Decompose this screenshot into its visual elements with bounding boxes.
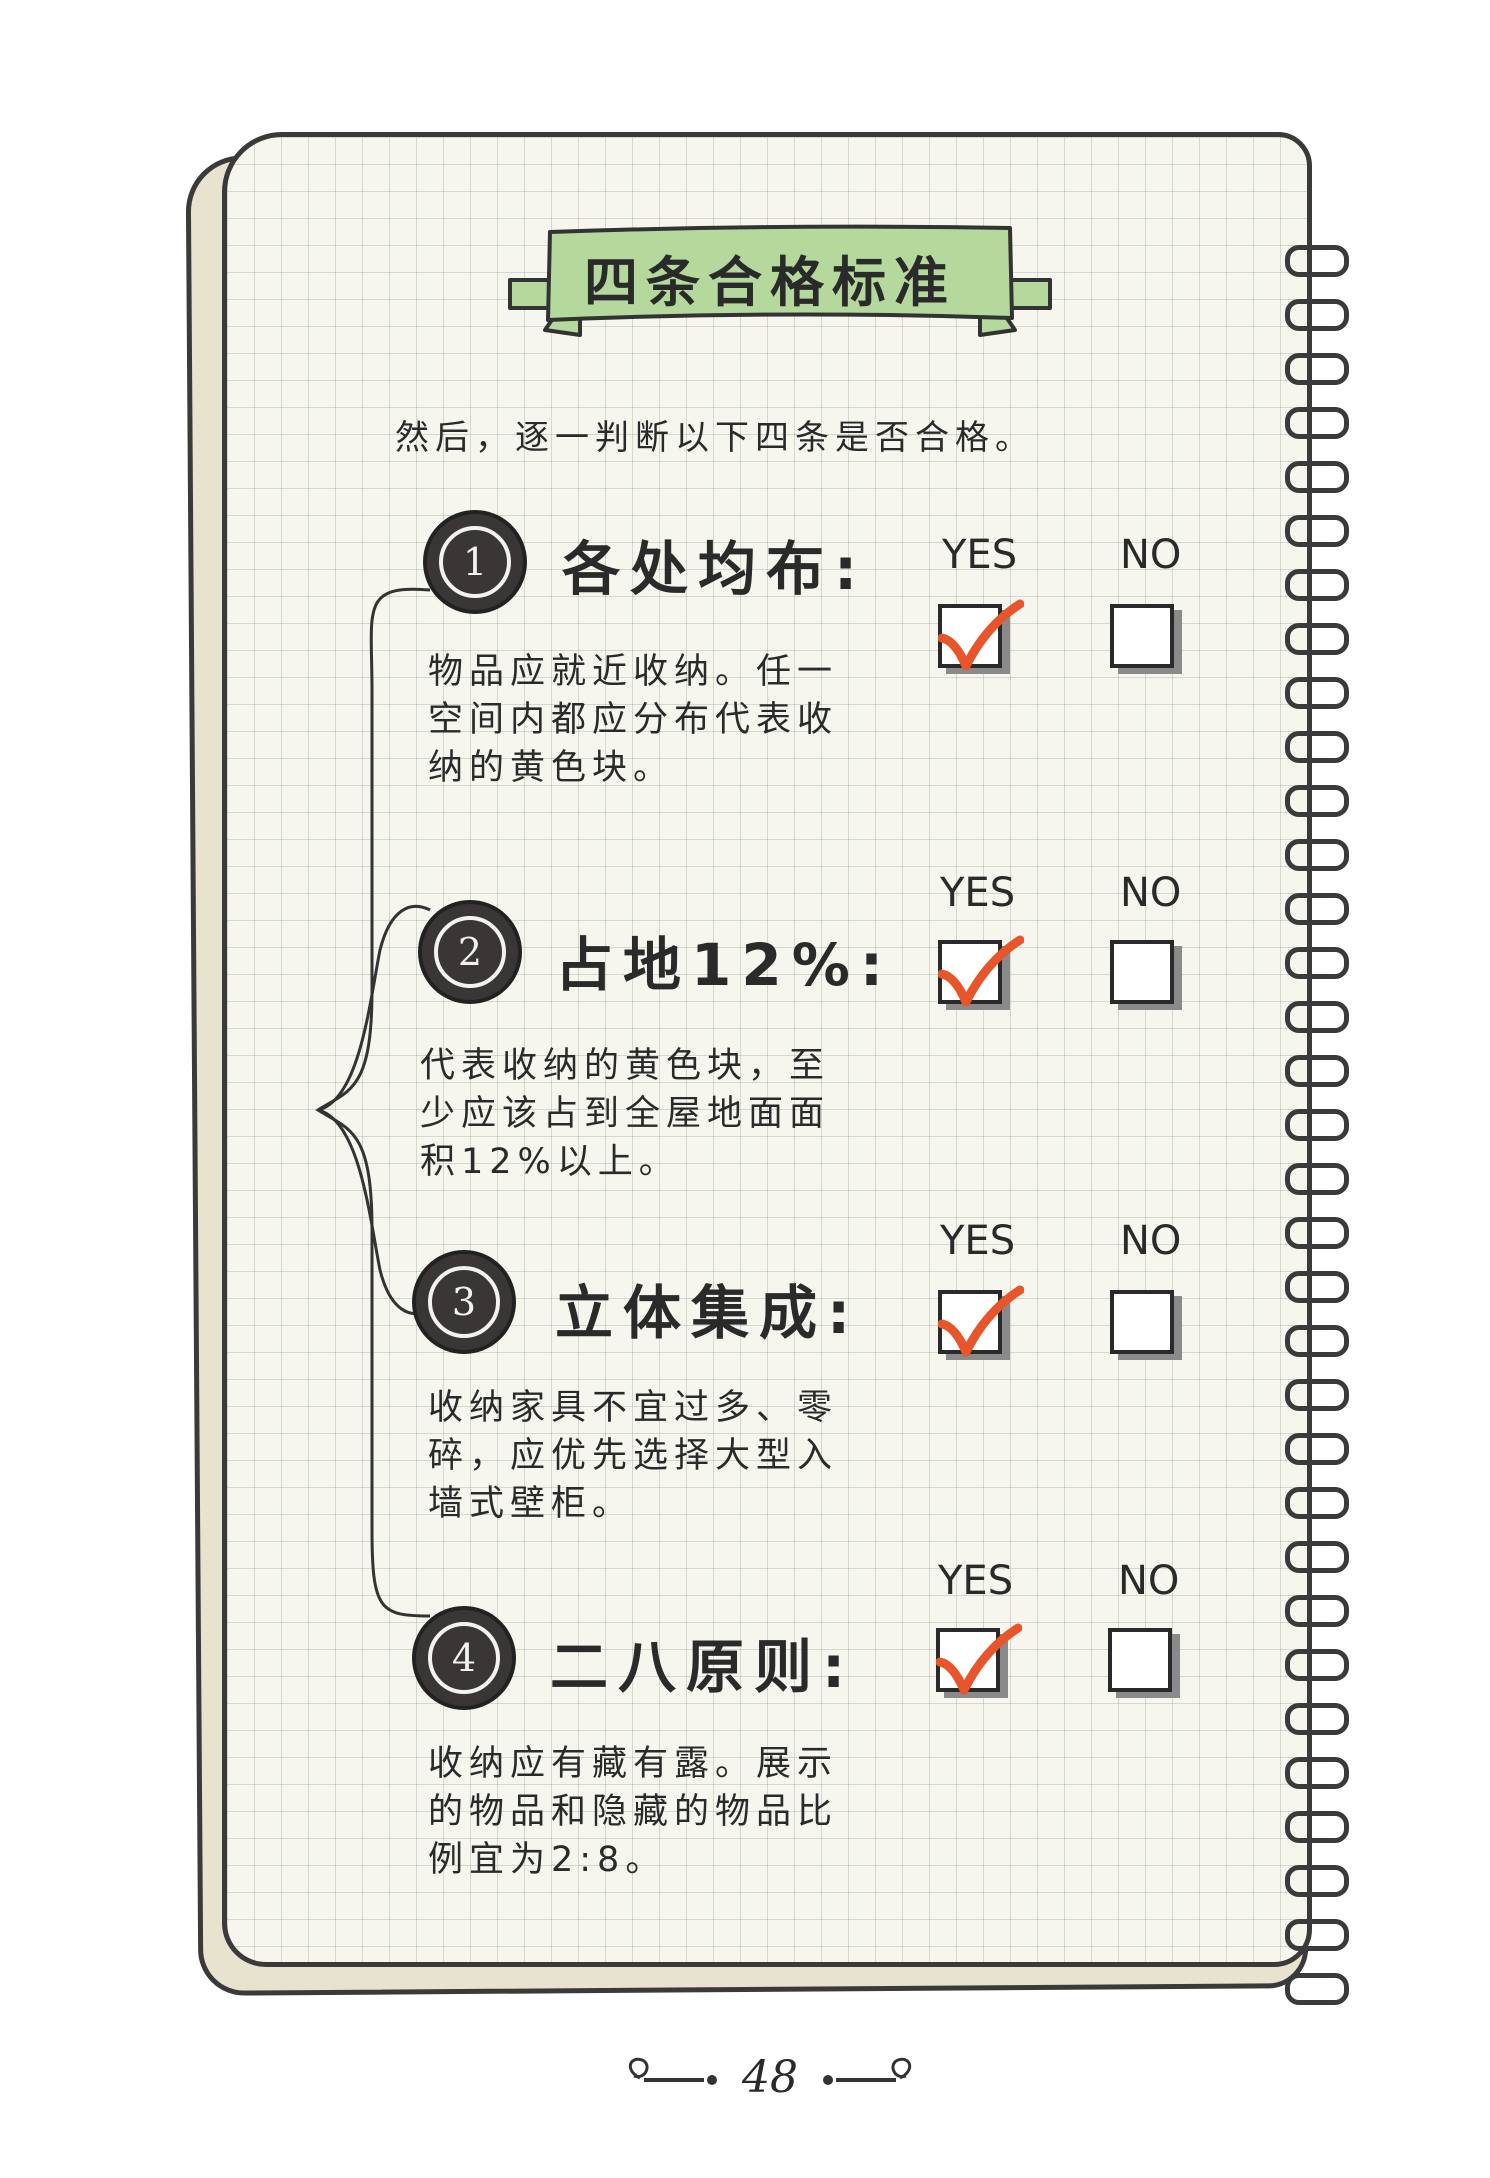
check-mark-icon: [938, 935, 1024, 1007]
badge-2-number: 2: [434, 916, 506, 988]
no-checkbox-2[interactable]: [1110, 940, 1174, 1004]
page-number: 48: [742, 2052, 798, 2103]
spiral-ring: [1285, 1001, 1349, 1033]
spiral-ring: [1285, 1055, 1349, 1087]
spiral-ring: [1285, 1433, 1349, 1465]
check-mark-icon: [936, 1623, 1022, 1695]
spiral-ring: [1285, 1379, 1349, 1411]
spiral-ring: [1285, 1595, 1349, 1627]
heading-1: 各处均布:: [562, 535, 868, 603]
spiral-ring: [1285, 1703, 1349, 1735]
spiral-ring: [1285, 677, 1349, 709]
no-checkbox-1[interactable]: [1110, 604, 1174, 668]
badge-3: 3: [412, 1250, 516, 1354]
spiral-ring: [1285, 1325, 1349, 1357]
spiral-ring: [1285, 1811, 1349, 1843]
heading-3: 立体集成:: [555, 1279, 861, 1347]
badge-3-number: 3: [428, 1266, 500, 1338]
no-label-2: NO: [1120, 870, 1182, 916]
spiral-ring: [1285, 785, 1349, 817]
intro-text: 然后，逐一判断以下四条是否合格。: [395, 418, 1035, 458]
heading-4: 二八原则:: [550, 1633, 856, 1701]
no-label-3: NO: [1120, 1218, 1182, 1264]
spiral-ring: [1285, 893, 1349, 925]
spiral-ring: [1285, 947, 1349, 979]
check-mark-icon: [938, 599, 1024, 671]
spiral-ring: [1285, 1973, 1349, 2005]
bracket-connector: [315, 587, 431, 1618]
spiral-ring: [1285, 1163, 1349, 1195]
badge-2: 2: [418, 900, 522, 1004]
badge-4: 4: [412, 1606, 516, 1710]
yes-label-3: YES: [940, 1218, 1016, 1264]
spiral-ring: [1285, 1109, 1349, 1141]
badge-4-number: 4: [428, 1622, 500, 1694]
no-checkbox-3[interactable]: [1110, 1290, 1174, 1354]
badge-1: 1: [423, 510, 527, 614]
spiral-ring: [1285, 1541, 1349, 1573]
spiral-ring: [1285, 1217, 1349, 1249]
spiral-ring: [1285, 839, 1349, 871]
spiral-ring: [1285, 1271, 1349, 1303]
spiral-ring: [1285, 299, 1349, 331]
yes-label-1: YES: [942, 532, 1018, 578]
spiral-ring: [1285, 1865, 1349, 1897]
spiral-ring: [1285, 407, 1349, 439]
spiral-ring: [1285, 623, 1349, 655]
description-3: 收纳家具不宜过多、零碎，应优先选择大型入墙式壁柜。: [428, 1388, 839, 1524]
description-4: 收纳应有藏有露。展示的物品和隐藏的物品比例宜为2:8。: [428, 1744, 839, 1880]
spiral-ring: [1285, 353, 1349, 385]
spiral-ring: [1285, 245, 1349, 277]
spiral-ring: [1285, 1487, 1349, 1519]
no-label-1: NO: [1120, 532, 1182, 578]
spiral-ring: [1285, 731, 1349, 763]
check-mark-icon: [938, 1285, 1024, 1357]
spiral-ring: [1285, 569, 1349, 601]
spiral-ring: [1285, 461, 1349, 493]
spiral-ring: [1285, 1919, 1349, 1951]
spiral-ring: [1285, 1757, 1349, 1789]
yes-label-4: YES: [938, 1558, 1014, 1604]
spiral-ring: [1285, 1649, 1349, 1681]
spiral-ring: [1285, 515, 1349, 547]
yes-label-2: YES: [940, 870, 1016, 916]
page-title: 四条合格标准: [584, 251, 956, 314]
heading-2: 占地12%:: [555, 931, 894, 999]
no-label-4: NO: [1118, 1558, 1180, 1604]
badge-1-number: 1: [439, 526, 511, 598]
description-1: 物品应就近收纳。任一空间内都应分布代表收纳的黄色块。: [428, 652, 839, 788]
no-checkbox-4[interactable]: [1108, 1628, 1172, 1692]
description-2: 代表收纳的黄色块，至少应该占到全屋地面面积12%以上。: [420, 1046, 831, 1182]
